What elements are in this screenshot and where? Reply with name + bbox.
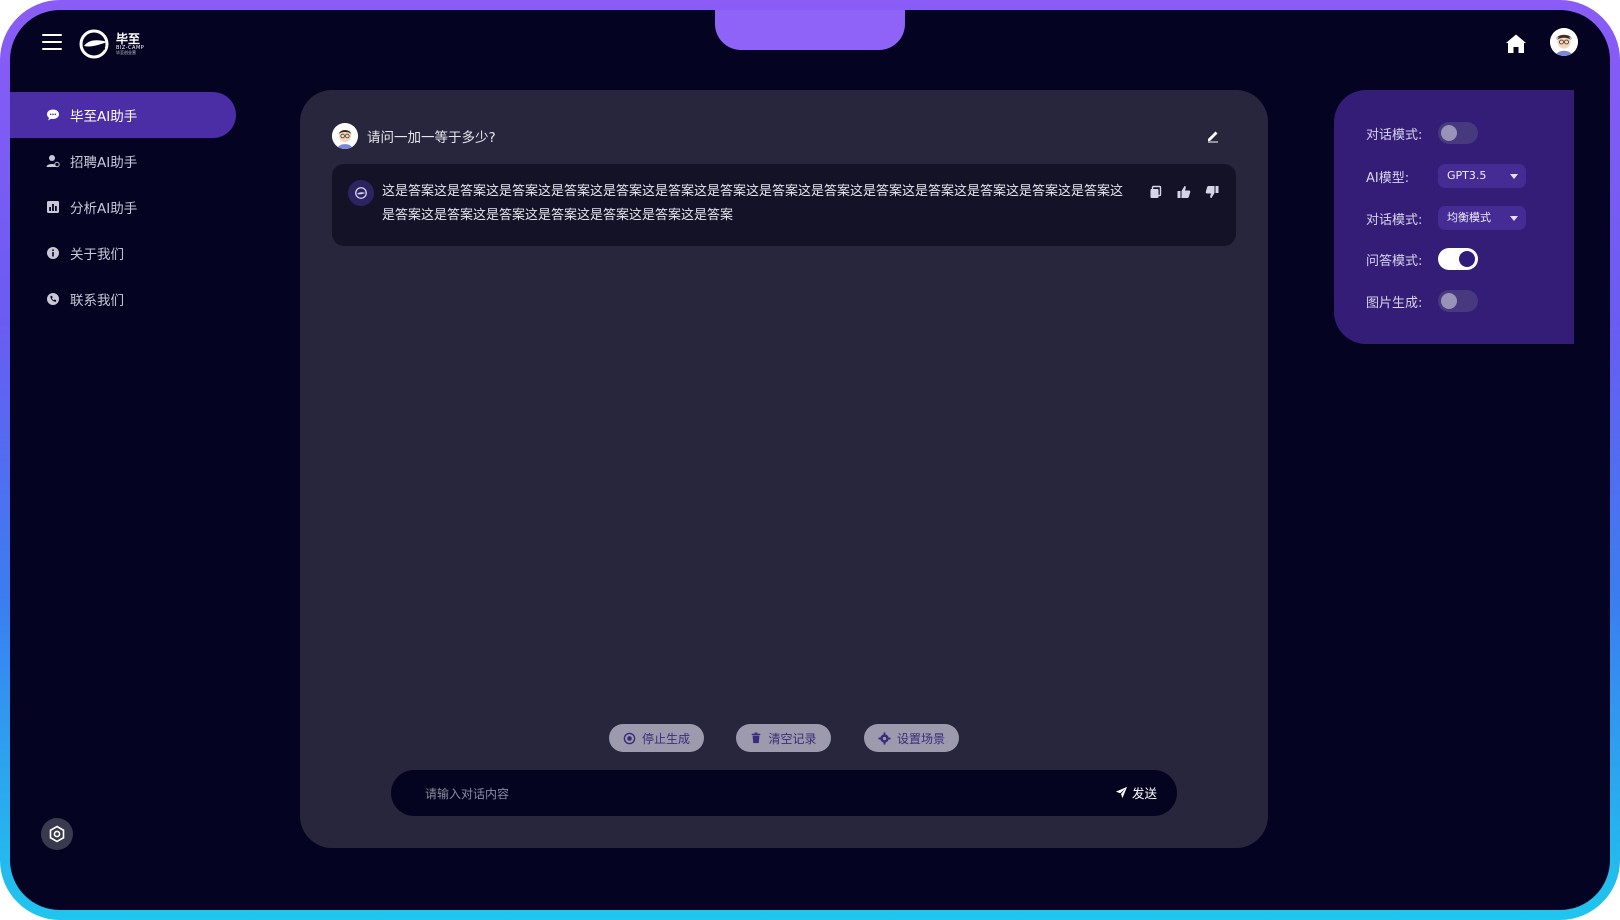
message-input[interactable] (423, 782, 1067, 806)
top-notch (715, 10, 905, 50)
gear-icon (878, 731, 891, 745)
model-select[interactable]: GPT3.5 (1438, 164, 1526, 188)
hamburger-menu-icon[interactable] (42, 34, 62, 52)
image-gen-label: 图片生成: (1366, 295, 1423, 311)
sidebar-item-label: 关于我们 (70, 247, 124, 263)
stop-icon (623, 732, 636, 744)
ai-bot-icon (348, 180, 374, 206)
send-label: 发送 (1131, 786, 1157, 801)
style-label: 对话模式: (1366, 212, 1423, 228)
clear-history-button[interactable]: 清空记录 (736, 724, 831, 752)
logo-mark-icon (79, 29, 109, 59)
stop-label: 停止生成 (641, 731, 690, 746)
logo-sub: 毕至创业营 (116, 50, 136, 55)
answer-text: 这是答案这是答案这是答案这是答案这是答案这是答案这是答案这是答案这是答案这是答案… (382, 184, 1124, 223)
sidebar-item-contact[interactable]: 联系我们 (10, 276, 242, 322)
send-button[interactable]: 发送 (1115, 783, 1157, 802)
answer-actions (1148, 184, 1220, 200)
chat-bubble-icon (47, 109, 59, 121)
caret-down-icon (1510, 174, 1518, 179)
style-value: 均衡模式 (1447, 211, 1491, 224)
thumbs-up-icon[interactable] (1176, 184, 1192, 200)
sidebar-item-bizhi-ai[interactable]: 毕至AI助手 (10, 92, 236, 138)
message-input-bar: 发送 (391, 770, 1177, 816)
copy-icon[interactable] (1148, 184, 1164, 200)
logo-cn: 毕至 (116, 32, 141, 46)
send-icon (1115, 786, 1128, 799)
model-row: AI模型: GPT3.5 (1366, 164, 1526, 188)
sidebar-item-label: 招聘AI助手 (70, 155, 138, 171)
logo-text: 毕至 BIZ-CAMP 毕至创业营 (116, 33, 144, 55)
sidebar: 毕至AI助手 招聘AI助手 分析AI助手 关于我们 联系我们 (10, 92, 242, 322)
dialog-mode-row: 对话模式: (1366, 122, 1478, 144)
info-icon (47, 247, 59, 259)
edit-icon[interactable] (1206, 129, 1220, 143)
set-scene-button[interactable]: 设置场景 (864, 724, 959, 752)
sidebar-item-label: 分析AI助手 (70, 201, 138, 217)
caret-down-icon (1510, 216, 1518, 221)
logo[interactable]: 毕至 BIZ-CAMP 毕至创业营 (78, 28, 144, 60)
user-icon (46, 155, 60, 168)
dialog-mode-toggle[interactable] (1438, 122, 1478, 144)
qa-mode-row: 问答模式: (1366, 248, 1478, 270)
sidebar-item-analysis-ai[interactable]: 分析AI助手 (10, 184, 242, 230)
model-label: AI模型: (1366, 170, 1410, 186)
phone-icon (47, 293, 59, 305)
sidebar-item-label: 毕至AI助手 (70, 109, 138, 125)
bar-chart-icon (47, 201, 59, 213)
style-row: 对话模式: 均衡模式 (1366, 206, 1526, 230)
image-gen-row: 图片生成: (1366, 290, 1478, 312)
chat-panel: 请问一加一等于多少? 这是答案这是答案这是答案这是答案这是答案这是答案这是答案这… (300, 90, 1268, 848)
question-text: 请问一加一等于多少? (367, 130, 496, 146)
app-screen: 毕至 BIZ-CAMP 毕至创业营 毕至AI助手 招聘AI助手 分析AI助手 关… (10, 10, 1610, 910)
model-value: GPT3.5 (1447, 169, 1487, 182)
image-gen-toggle[interactable] (1438, 290, 1478, 312)
question-row: 请问一加一等于多少? (332, 122, 1236, 150)
qa-mode-label: 问答模式: (1366, 253, 1423, 269)
trash-icon (752, 732, 761, 744)
sidebar-item-recruit-ai[interactable]: 招聘AI助手 (10, 138, 242, 184)
clear-label: 清空记录 (768, 731, 817, 746)
scene-label: 设置场景 (896, 731, 945, 746)
user-avatar-icon[interactable] (1550, 28, 1578, 56)
sidebar-item-label: 联系我们 (70, 293, 124, 309)
settings-panel: 对话模式: AI模型: GPT3.5 对话模式: 均衡模式 问答模式: 图片生成… (1334, 90, 1574, 344)
style-select[interactable]: 均衡模式 (1438, 206, 1526, 230)
device-frame: 毕至 BIZ-CAMP 毕至创业营 毕至AI助手 招聘AI助手 分析AI助手 关… (0, 0, 1620, 920)
user-avatar-icon (332, 123, 358, 149)
sidebar-item-about[interactable]: 关于我们 (10, 230, 242, 276)
qa-mode-toggle[interactable] (1438, 248, 1478, 270)
stop-generate-button[interactable]: 停止生成 (609, 724, 704, 752)
answer-card: 这是答案这是答案这是答案这是答案这是答案这是答案这是答案这是答案这是答案这是答案… (332, 164, 1236, 246)
home-icon[interactable] (1504, 32, 1528, 56)
dialog-mode-label: 对话模式: (1366, 127, 1423, 143)
thumbs-down-icon[interactable] (1204, 184, 1220, 200)
settings-gear-icon[interactable] (41, 818, 73, 850)
